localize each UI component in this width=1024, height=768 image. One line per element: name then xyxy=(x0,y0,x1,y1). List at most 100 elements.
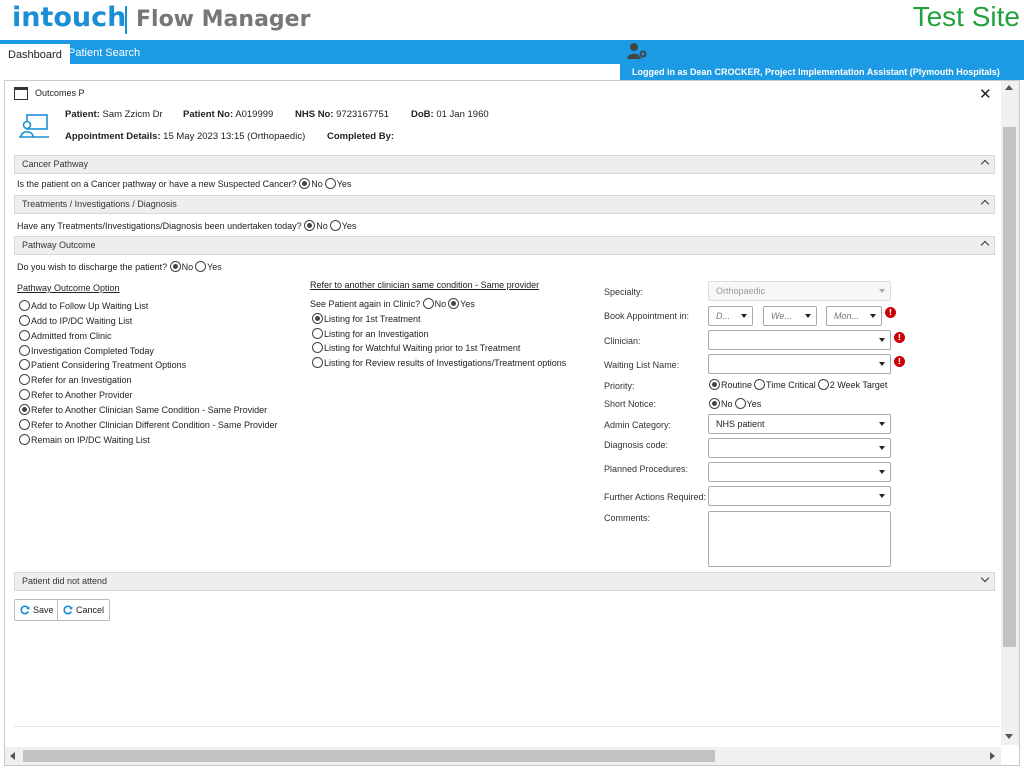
radio-button[interactable] xyxy=(19,419,30,430)
tab-patient-search[interactable]: Patient Search xyxy=(60,42,148,64)
radio-label: Yes xyxy=(207,261,222,272)
section-cancer-pathway[interactable]: Cancer Pathway xyxy=(14,155,995,174)
warning-icon: ! xyxy=(894,332,905,343)
outcome-option[interactable]: Admitted from Clinic xyxy=(19,330,112,341)
scroll-right-icon[interactable] xyxy=(990,752,995,760)
section-title: Patient did not attend xyxy=(22,576,108,586)
admin-category-select[interactable]: NHS patient xyxy=(708,414,891,434)
chevron-up-icon[interactable] xyxy=(980,199,990,209)
chevron-up-icon[interactable] xyxy=(980,240,990,250)
priority-routine-radio[interactable] xyxy=(709,379,720,390)
book-month-select[interactable]: Mon... xyxy=(826,306,882,326)
radio-button[interactable] xyxy=(19,315,30,326)
diagnosis-code-select[interactable] xyxy=(708,438,891,458)
outcome-option[interactable]: Investigation Completed Today xyxy=(19,345,154,356)
select-value: We... xyxy=(771,311,792,321)
outcome-option[interactable]: Refer to Another Clinician Same Conditio… xyxy=(19,404,267,415)
section-treatments[interactable]: Treatments / Investigations / Diagnosis xyxy=(14,195,995,214)
outcome-option[interactable]: Refer to Another Provider xyxy=(19,389,133,400)
save-button[interactable]: Save xyxy=(14,599,60,621)
listing-option[interactable]: Listing for 1st Treatment xyxy=(312,313,421,324)
completed-by: Completed By: xyxy=(327,131,395,142)
environment-label: Test Site xyxy=(912,1,1020,32)
radio-button[interactable] xyxy=(312,342,323,353)
option-label: Listing for Watchful Waiting prior to 1s… xyxy=(324,342,521,353)
outcome-option[interactable]: Refer for an Investigation xyxy=(19,374,132,385)
radio-button[interactable] xyxy=(19,404,30,415)
discharge-no-radio[interactable] xyxy=(169,261,181,272)
radio-button[interactable] xyxy=(19,300,30,311)
book-day-select[interactable]: D... xyxy=(708,306,753,326)
select-value: Mon... xyxy=(834,311,860,321)
radio-button[interactable] xyxy=(19,330,30,341)
scroll-up-icon[interactable] xyxy=(1005,85,1013,90)
discharge-yes-radio[interactable] xyxy=(195,261,207,272)
scroll-left-icon[interactable] xyxy=(10,752,15,760)
horizontal-scrollbar[interactable] xyxy=(5,747,1001,765)
option-label: Investigation Completed Today xyxy=(31,345,154,356)
scrollbar-thumb[interactable] xyxy=(23,750,715,762)
see-again-no-radio[interactable] xyxy=(422,298,434,309)
waiting-list-select[interactable] xyxy=(708,354,891,374)
radio-button[interactable] xyxy=(19,359,30,370)
question-text: Have any Treatments/Investigations/Diagn… xyxy=(17,220,302,231)
close-icon[interactable]: ✕ xyxy=(979,85,992,103)
chevron-down-icon xyxy=(879,338,885,342)
logged-in-user: Logged in as Dean CROCKER, Project Imple… xyxy=(632,67,1000,77)
further-actions-select[interactable] xyxy=(708,486,891,506)
radio-button[interactable] xyxy=(19,434,30,445)
scroll-down-icon[interactable] xyxy=(1005,734,1013,739)
radio-button[interactable] xyxy=(312,313,323,324)
user-settings-icon[interactable] xyxy=(627,42,649,60)
select-value: NHS patient xyxy=(716,419,765,429)
clinician-select[interactable] xyxy=(708,330,891,350)
chevron-down-icon xyxy=(879,362,885,366)
cancer-yes-radio[interactable] xyxy=(324,178,336,189)
chevron-up-icon[interactable] xyxy=(980,159,990,169)
radio-button[interactable] xyxy=(19,345,30,356)
radio-button[interactable] xyxy=(312,357,323,368)
date-of-birth: DoB: 01 Jan 1960 xyxy=(411,109,489,120)
outcome-option[interactable]: Add to Follow Up Waiting List xyxy=(19,300,148,311)
cancer-no-radio[interactable] xyxy=(299,178,311,189)
radio-button[interactable] xyxy=(19,374,30,385)
outcome-option[interactable]: Refer to Another Clinician Different Con… xyxy=(19,419,277,430)
listing-option[interactable]: Listing for an Investigation xyxy=(312,328,429,339)
section-pathway-outcome[interactable]: Pathway Outcome xyxy=(14,236,995,255)
warning-icon: ! xyxy=(894,356,905,367)
book-week-select[interactable]: We... xyxy=(763,306,817,326)
priority-time-critical-radio[interactable] xyxy=(754,379,766,390)
option-label: Listing for an Investigation xyxy=(324,328,429,339)
planned-procedures-select[interactable] xyxy=(708,462,891,482)
scrollbar-thumb[interactable] xyxy=(1003,127,1016,647)
chevron-down-icon[interactable] xyxy=(980,573,990,583)
listing-option[interactable]: Listing for Review results of Investigat… xyxy=(312,357,566,368)
option-label: Admitted from Clinic xyxy=(31,330,112,341)
see-again-yes-radio[interactable] xyxy=(448,298,460,309)
logo-divider xyxy=(125,6,127,34)
listing-option[interactable]: Listing for Watchful Waiting prior to 1s… xyxy=(312,342,520,353)
outcome-option[interactable]: Patient Considering Treatment Options xyxy=(19,359,186,370)
see-again-question: See Patient again in Clinic? No Yes xyxy=(310,298,475,309)
radio-label: No xyxy=(434,298,447,309)
button-label: Save xyxy=(33,605,54,615)
radio-button[interactable] xyxy=(312,328,323,339)
vertical-scrollbar[interactable] xyxy=(1001,81,1019,745)
section-did-not-attend[interactable]: Patient did not attend xyxy=(14,572,995,591)
question-text: See Patient again in Clinic? xyxy=(310,298,421,309)
option-label: Add to IP/DC Waiting List xyxy=(31,315,133,326)
priority-label: Priority: xyxy=(604,381,635,391)
treatments-no-radio[interactable] xyxy=(304,220,316,231)
priority-2-week-radio[interactable] xyxy=(817,379,829,390)
cancel-button[interactable]: Cancel xyxy=(57,599,111,621)
outcome-option[interactable]: Remain on IP/DC Waiting List xyxy=(19,434,150,445)
section-title: Treatments / Investigations / Diagnosis xyxy=(22,199,177,209)
comments-textarea[interactable] xyxy=(708,511,891,567)
section-title: Pathway Outcome xyxy=(22,240,96,250)
short-notice-no-radio[interactable] xyxy=(709,398,720,409)
short-notice-yes-radio[interactable] xyxy=(734,398,746,409)
outcome-option[interactable]: Add to IP/DC Waiting List xyxy=(19,315,132,326)
treatments-yes-radio[interactable] xyxy=(329,220,341,231)
radio-button[interactable] xyxy=(19,389,30,400)
section-title: Cancer Pathway xyxy=(22,159,89,169)
